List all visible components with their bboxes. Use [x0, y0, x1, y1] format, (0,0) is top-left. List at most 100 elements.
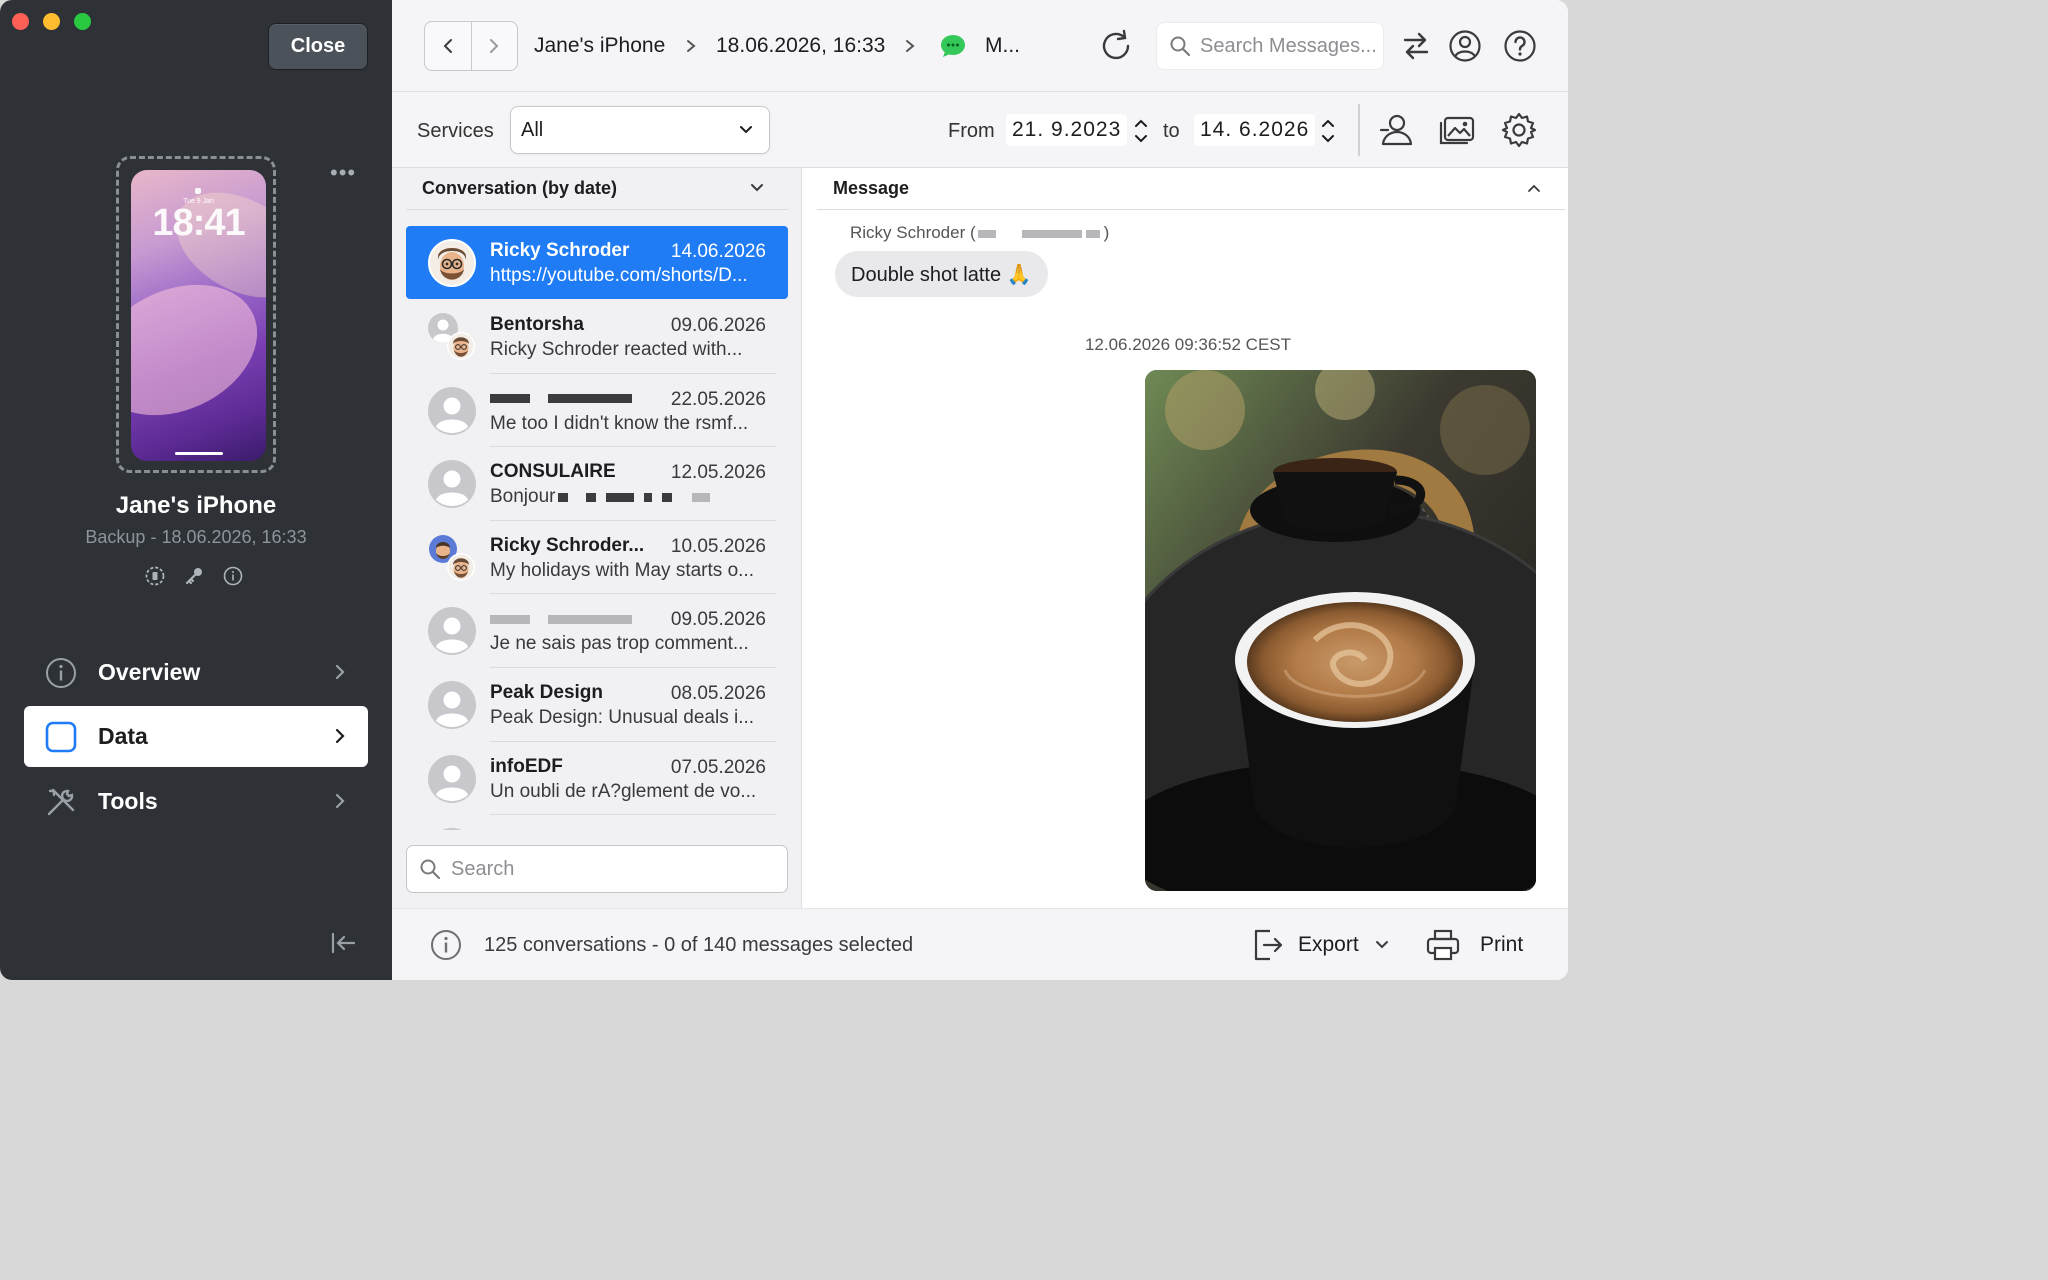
lock-icon	[195, 188, 201, 194]
from-label: From	[948, 120, 995, 142]
conversation-item[interactable]: Bentorsha 09.06.2026 Ricky Schroder reac…	[406, 300, 788, 374]
breadcrumb-backup[interactable]: 18.06.2026, 16:33	[716, 34, 885, 58]
window-zoom-button[interactable]	[74, 13, 91, 30]
from-date-stepper[interactable]	[1131, 114, 1151, 148]
settings-gear-icon[interactable]	[1499, 110, 1539, 150]
device-image-frame: Tue 9 Jan 18:41	[116, 156, 276, 473]
window-minimize-button[interactable]	[43, 13, 60, 30]
person-placeholder-avatar	[428, 386, 476, 435]
person-placeholder-avatar	[428, 607, 476, 656]
close-button[interactable]: Close	[268, 23, 368, 70]
account-icon[interactable]	[1447, 28, 1483, 64]
divider	[1358, 104, 1360, 156]
conversation-item[interactable]: CONSULAIRE 12.05.2026 Bonjour	[406, 447, 788, 521]
sender-name: Ricky Schroder (	[850, 223, 976, 242]
messages-app-icon	[941, 35, 965, 57]
search-placeholder: Search Messages...	[1200, 34, 1377, 57]
conversation-name: Ricky Schroder	[490, 240, 630, 261]
conversation-item[interactable]: Ricky Schroder 14.06.2026 https://youtub…	[406, 226, 788, 299]
conversation-item[interactable]	[406, 815, 788, 830]
nav-overview[interactable]: Overview	[24, 642, 368, 703]
conversation-date: 07.05.2026	[670, 756, 766, 778]
nav-label: Tools	[98, 788, 158, 814]
photo-attachment[interactable]	[1145, 370, 1536, 891]
nav-label: Data	[98, 723, 148, 749]
info-icon[interactable]	[222, 565, 244, 587]
nav-label: Overview	[98, 659, 201, 685]
person-placeholder-avatar	[428, 680, 476, 729]
search-messages-input[interactable]: Search Messages...	[1156, 22, 1384, 70]
forward-button[interactable]	[472, 22, 518, 70]
from-date-field[interactable]: 21. 9.2023	[1006, 112, 1128, 148]
nav-tools[interactable]: Tools	[24, 771, 368, 832]
conversation-sort-header[interactable]: Conversation (by date)	[406, 168, 788, 210]
print-button[interactable]: Print	[1426, 925, 1523, 965]
group-avatar	[428, 534, 476, 582]
conversation-name-redacted	[490, 388, 636, 410]
to-date-value: 14. 6.2026	[1194, 114, 1316, 146]
back-button[interactable]	[425, 22, 472, 70]
help-icon[interactable]	[1502, 28, 1538, 64]
message-header[interactable]: Message	[817, 168, 1565, 210]
export-label: Export	[1298, 933, 1359, 956]
chevron-left-icon	[443, 39, 452, 53]
info-icon[interactable]	[430, 929, 462, 961]
services-label: Services	[417, 120, 494, 142]
nav-data[interactable]: Data	[24, 706, 368, 767]
chevron-down-icon	[1375, 941, 1388, 949]
to-date-field[interactable]: 14. 6.2026	[1194, 112, 1316, 148]
services-select[interactable]: All	[510, 106, 770, 154]
phone-image: Tue 9 Jan 18:41	[131, 170, 266, 461]
key-icon[interactable]	[183, 565, 205, 587]
conversation-name: Ricky Schroder...	[490, 534, 645, 556]
conversation-preview: Ricky Schroder reacted with...	[490, 339, 743, 360]
conversation-list: Ricky Schroder 14.06.2026 https://youtub…	[406, 226, 788, 830]
print-label: Print	[1480, 933, 1524, 956]
conversation-search-input[interactable]: Search	[406, 845, 788, 893]
contacts-icon[interactable]	[1376, 110, 1416, 150]
chevron-down-icon	[740, 126, 752, 134]
transfer-icon[interactable]	[1398, 28, 1434, 64]
conversation-preview: My holidays with May starts o...	[490, 559, 754, 581]
attachments-icon[interactable]	[1437, 110, 1477, 150]
selection-summary: 125 conversations - 0 of 140 messages se…	[484, 934, 914, 956]
person-placeholder-avatar	[428, 754, 476, 803]
to-label: to	[1163, 120, 1180, 142]
to-date-stepper[interactable]	[1318, 114, 1338, 148]
message-header-label: Message	[833, 178, 910, 198]
device-name: Jane's iPhone	[115, 492, 277, 519]
message-bubble[interactable]: Double shot latte 🙏	[835, 251, 1048, 297]
chevron-right-icon	[490, 39, 499, 53]
phone-time: 18:41	[152, 202, 245, 244]
conversation-preview: Je ne sais pas trop comment...	[490, 633, 749, 655]
conversation-name: infoEDF	[490, 755, 563, 777]
more-options-icon[interactable]: •••	[330, 160, 356, 186]
conversation-date: 09.05.2026	[670, 609, 766, 631]
export-button[interactable]: Export	[1252, 925, 1389, 965]
conversation-name: Bentorsha	[490, 314, 584, 335]
conversation-item[interactable]: Peak Design 08.05.2026 Peak Design: Unus…	[406, 668, 788, 742]
conversation-name-redacted	[490, 608, 636, 630]
conversation-item[interactable]: 09.05.2026 Je ne sais pas trop comment..…	[406, 594, 788, 668]
breadcrumb-messages[interactable]: M...	[985, 34, 1020, 58]
collapse-sidebar-icon[interactable]	[330, 932, 356, 954]
encryption-icon[interactable]	[144, 565, 166, 587]
chevron-right-icon	[687, 40, 696, 52]
sender-close: )	[1103, 223, 1110, 242]
breadcrumb-device[interactable]: Jane's iPhone	[534, 34, 665, 58]
conversation-date: 10.05.2026	[670, 535, 766, 557]
home-indicator	[175, 452, 223, 455]
filter-bar: Services All From 21. 9.2023 to 14. 6.20…	[392, 92, 1568, 168]
sidebar: Close Tue 9 Jan 18:41 ••• Jane's iPhone …	[0, 0, 392, 980]
window-close-button[interactable]	[12, 13, 29, 30]
info-icon	[44, 656, 78, 690]
conversation-item[interactable]: infoEDF 07.05.2026 Un oubli de rA?glemen…	[406, 742, 788, 816]
toolbar: Jane's iPhone 18.06.2026, 16:33 M... Sea…	[392, 0, 1568, 92]
conversation-item[interactable]: 22.05.2026 Me too I didn't know the rsmf…	[406, 374, 788, 448]
data-square-icon	[44, 720, 78, 754]
export-icon	[1254, 929, 1283, 961]
conversation-date: 14.06.2026	[670, 241, 766, 262]
conversation-item[interactable]: Ricky Schroder... 10.05.2026 My holidays…	[406, 521, 788, 595]
refresh-icon[interactable]	[1098, 28, 1136, 64]
search-placeholder: Search	[451, 857, 515, 880]
